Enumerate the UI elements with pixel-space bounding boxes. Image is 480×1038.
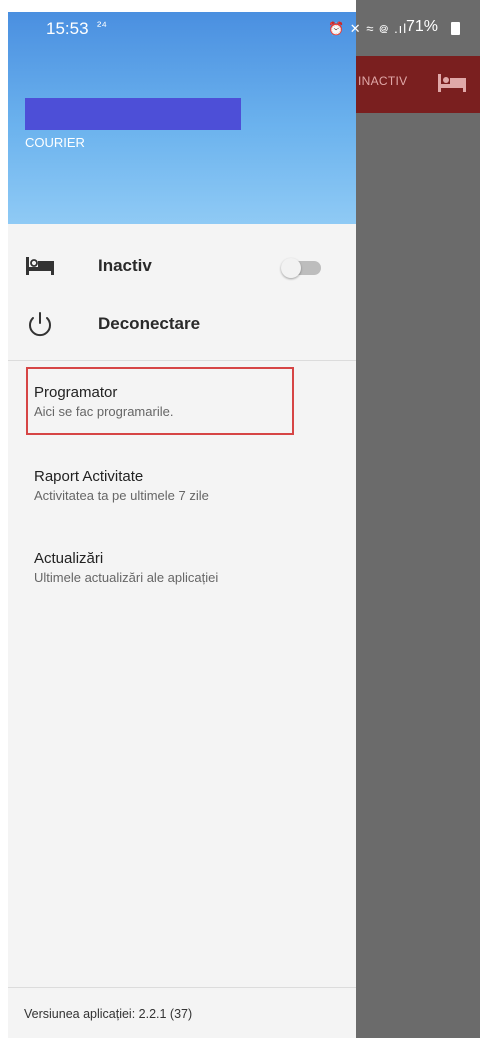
background-status-label: INACTIV bbox=[358, 74, 408, 88]
battery-icon bbox=[451, 22, 460, 35]
drawer-header: COURIER bbox=[8, 12, 356, 224]
power-icon bbox=[29, 312, 51, 337]
toggle-thumb bbox=[281, 258, 301, 278]
footer-divider bbox=[8, 987, 356, 988]
menu-item-label: Inactiv bbox=[98, 256, 152, 275]
list-item-title: Raport Activitate bbox=[34, 468, 144, 485]
app-version: Versiunea aplicației: 2.2.1 (37) bbox=[24, 1007, 193, 1021]
list-item-subtitle: Activitatea ta pe ultimele 7 zile bbox=[34, 488, 209, 503]
bed-icon bbox=[26, 257, 54, 275]
bed-icon[interactable] bbox=[436, 68, 468, 96]
navigation-drawer: COURIER Inactiv Deconectare Programator … bbox=[8, 12, 356, 1038]
list-item-raport-activitate[interactable]: Raport Activitate Activitatea ta pe ulti… bbox=[34, 468, 334, 503]
list-item-title: Actualizări bbox=[34, 550, 104, 567]
user-name-redacted bbox=[25, 98, 241, 130]
system-icons: ⏰ ✕ ≈ ᪤ .ıl bbox=[328, 21, 408, 36]
menu-divider bbox=[8, 360, 356, 361]
background-scrim[interactable] bbox=[356, 0, 480, 1038]
battery-percent: 71% bbox=[406, 18, 439, 35]
background-app-bar: INACTIV bbox=[356, 56, 480, 113]
status-time: 15:53 bbox=[46, 19, 89, 38]
status-bar: 15:53 ²⁴ ⏰ ✕ ≈ ᪤ .ıl 71% bbox=[0, 0, 480, 42]
list-item-actualizari[interactable]: Actualizări Ultimele actualizări ale apl… bbox=[34, 550, 334, 585]
list-item-subtitle: Aici se fac programarile. bbox=[34, 404, 174, 419]
menu-item-inactiv[interactable]: Inactiv bbox=[8, 238, 356, 294]
menu-item-deconectare[interactable]: Deconectare bbox=[8, 296, 356, 352]
notification-icon: ²⁴ bbox=[97, 18, 107, 33]
list-item-programator[interactable]: Programator Aici se fac programarile. bbox=[34, 384, 334, 419]
list-item-subtitle: Ultimele actualizări ale aplicației bbox=[34, 570, 219, 585]
user-role: COURIER bbox=[25, 135, 85, 150]
inactiv-toggle[interactable] bbox=[281, 258, 321, 278]
menu-item-label: Deconectare bbox=[98, 314, 201, 333]
list-item-title: Programator bbox=[34, 384, 118, 401]
